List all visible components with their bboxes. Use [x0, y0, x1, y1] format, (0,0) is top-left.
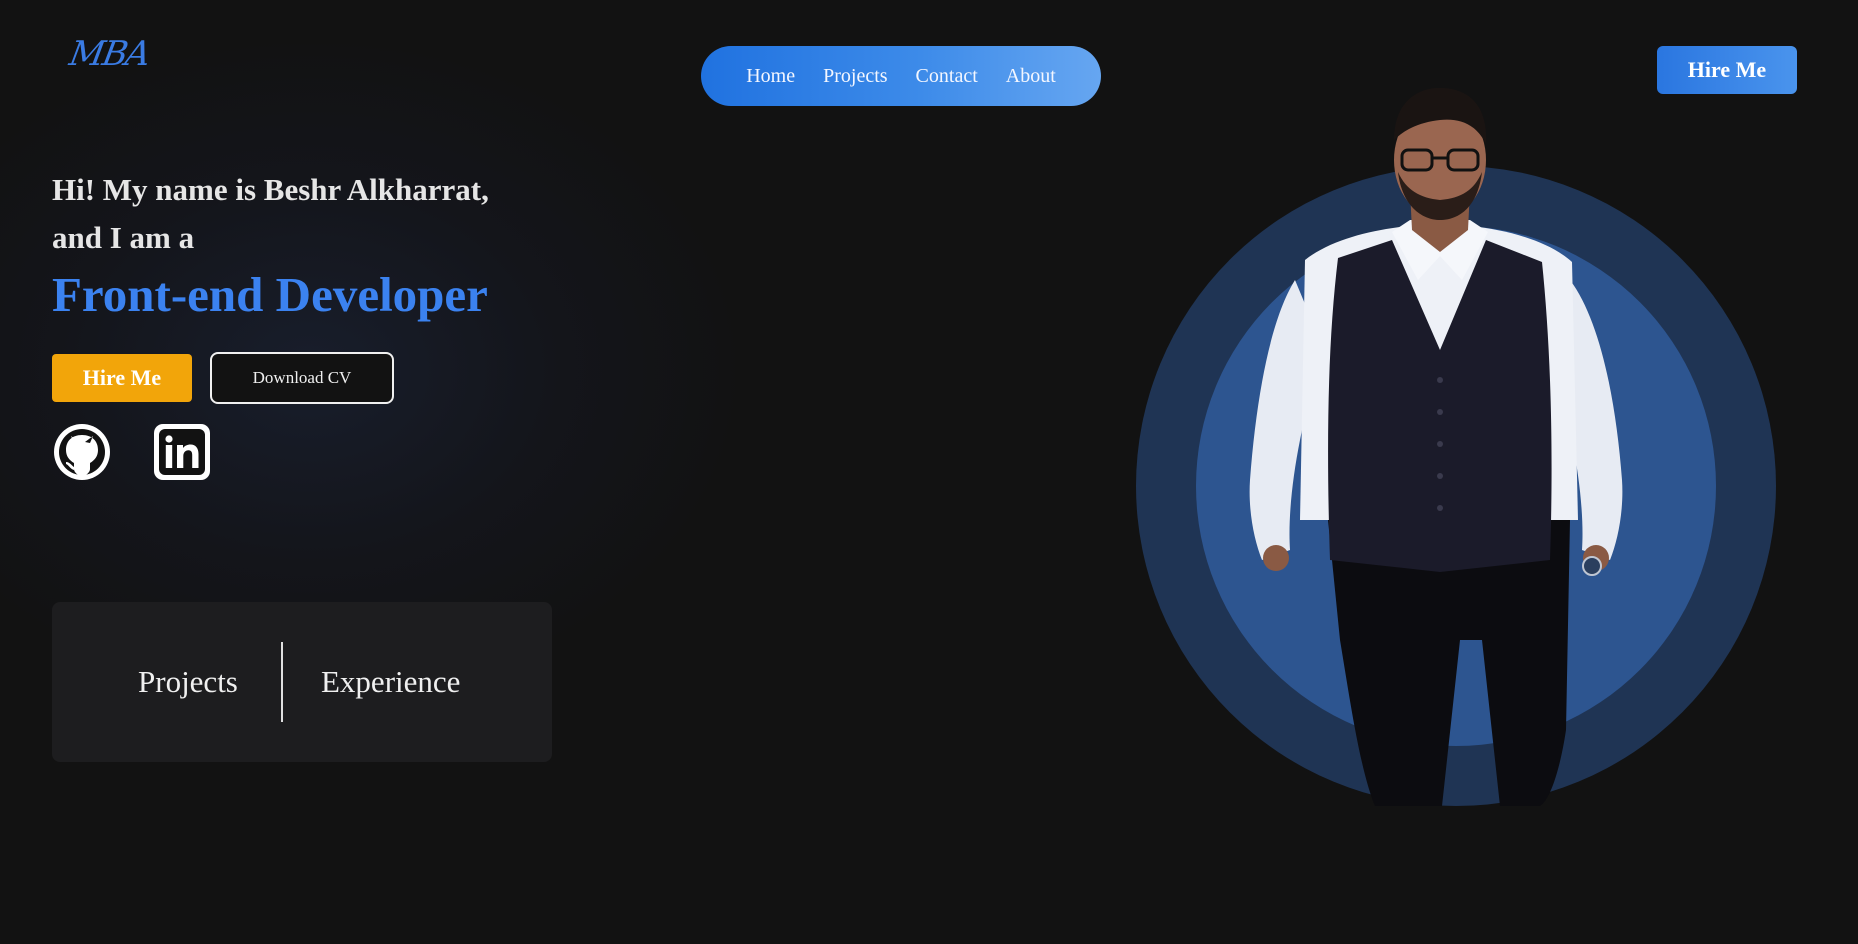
nav-contact[interactable]: Contact	[902, 65, 992, 88]
hero-intro: Hi! My name is Beshr Alkharrat, and I am…	[52, 166, 489, 262]
stat-projects: Projects	[138, 664, 238, 699]
github-icon[interactable]	[52, 422, 112, 487]
nav-projects[interactable]: Projects	[809, 65, 901, 88]
nav-home[interactable]: Home	[732, 65, 809, 88]
hero-role: Front-end Developer	[52, 267, 488, 322]
hero-portrait	[1136, 87, 1776, 806]
site-logo[interactable]: MBA	[66, 34, 151, 74]
intro-line-1: Hi! My name is Beshr Alkharrat,	[52, 172, 489, 207]
page: MBA Home Projects Contact About Hire Me …	[0, 0, 1858, 944]
stats-divider	[281, 642, 283, 722]
nav-about[interactable]: About	[992, 65, 1070, 88]
main-nav: Home Projects Contact About	[701, 46, 1101, 106]
hero-hire-button[interactable]: Hire Me	[52, 354, 192, 402]
download-cv-button[interactable]: Download CV	[210, 352, 394, 404]
intro-line-2: and I am a	[52, 220, 195, 255]
stats-card: Projects Experience	[52, 602, 552, 762]
stat-experience: Experience	[321, 664, 461, 699]
linkedin-icon[interactable]	[152, 422, 212, 487]
